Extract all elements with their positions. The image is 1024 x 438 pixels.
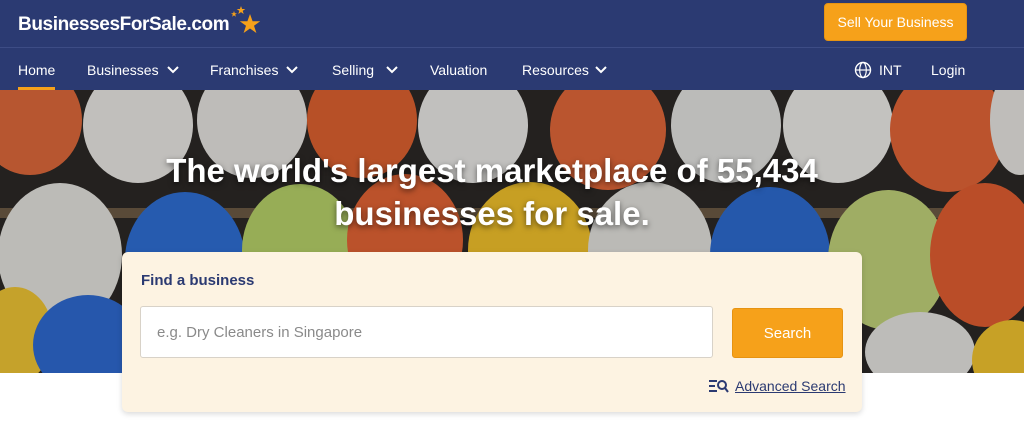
find-business-panel: Find a business Search Advanced Search (122, 252, 862, 412)
nav-valuation[interactable]: Valuation (430, 50, 487, 90)
login-link[interactable]: Login (931, 50, 965, 90)
nav-businesses[interactable]: Businesses (87, 50, 179, 90)
chevron-down-icon (386, 66, 398, 74)
nav-home[interactable]: Home (18, 50, 56, 90)
chevron-down-icon (166, 66, 179, 74)
nav-valuation-label: Valuation (430, 62, 488, 78)
sell-your-business-button[interactable]: Sell Your Business (824, 3, 967, 41)
nav-resources[interactable]: Resources (522, 50, 607, 90)
header-divider (0, 47, 1024, 48)
search-input[interactable] (140, 306, 713, 358)
main-nav: Home Businesses Franchises Selling Valua… (0, 50, 1024, 90)
logo-text: BusinessesForSale.com (18, 14, 230, 35)
region-selector[interactable]: INT (854, 50, 902, 90)
hero-headline-line-2: businesses for sale. (334, 195, 650, 232)
advanced-search-link[interactable]: Advanced Search (709, 378, 846, 394)
search-button[interactable]: Search (732, 308, 843, 358)
nav-franchises-label: Franchises (210, 62, 279, 78)
hero-headline: The world's largest marketplace of 55,43… (0, 149, 984, 235)
search-filter-icon (709, 380, 729, 393)
nav-home-label: Home (18, 62, 56, 78)
hero-headline-line-1: The world's largest marketplace of 55,43… (166, 152, 818, 189)
nav-selling-label: Selling (332, 62, 375, 78)
nav-businesses-label: Businesses (87, 62, 159, 78)
nav-resources-label: Resources (522, 62, 589, 78)
region-label: INT (879, 62, 902, 78)
nav-franchises[interactable]: Franchises (210, 50, 299, 90)
login-label: Login (931, 62, 966, 78)
site-logo[interactable]: BusinessesForSale.com (18, 6, 264, 42)
find-business-label: Find a business (141, 272, 255, 289)
globe-icon (854, 61, 872, 79)
star-icon (230, 6, 264, 42)
nav-selling[interactable]: Selling (332, 50, 398, 90)
site-header: BusinessesForSale.com Sell Your Business… (0, 0, 1024, 90)
chevron-down-icon (595, 66, 607, 74)
chevron-down-icon (286, 66, 299, 74)
advanced-search-label: Advanced Search (735, 378, 846, 394)
